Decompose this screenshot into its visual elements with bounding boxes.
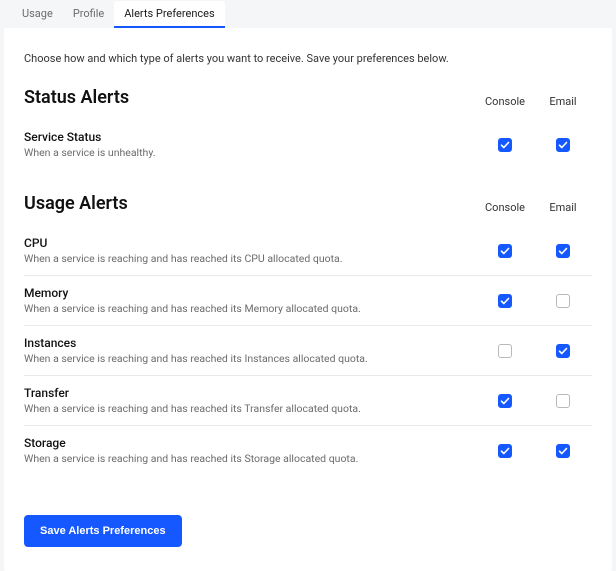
alert-title: Instances — [24, 336, 476, 350]
alert-title: Storage — [24, 436, 476, 450]
usage-alerts-title: Usage Alerts — [24, 193, 476, 214]
alert-desc: When a service is reaching and has reach… — [24, 302, 476, 315]
tab-profile[interactable]: Profile — [63, 1, 114, 28]
alert-title: Service Status — [24, 130, 476, 144]
alert-row-instances: Instances When a service is reaching and… — [24, 326, 592, 376]
save-alerts-preferences-button[interactable]: Save Alerts Preferences — [24, 515, 182, 547]
alert-row-cpu: CPU When a service is reaching and has r… — [24, 226, 592, 276]
status-alerts-section: Status Alerts Console Email Service Stat… — [24, 87, 592, 169]
tab-alerts-preferences[interactable]: Alerts Preferences — [114, 1, 224, 28]
checkbox-transfer-console[interactable] — [498, 394, 512, 408]
checkbox-memory-console[interactable] — [498, 294, 512, 308]
alert-title: Memory — [24, 286, 476, 300]
tab-bar: Usage Profile Alerts Preferences — [0, 0, 616, 28]
column-console-label: Console — [476, 201, 534, 214]
alert-row-service-status: Service Status When a service is unhealt… — [24, 120, 592, 169]
checkbox-cpu-email[interactable] — [556, 244, 570, 258]
column-email-label: Email — [534, 201, 592, 214]
checkbox-storage-console[interactable] — [498, 444, 512, 458]
usage-alerts-section: Usage Alerts Console Email CPU When a se… — [24, 193, 592, 475]
checkbox-cpu-console[interactable] — [498, 244, 512, 258]
checkbox-service-status-console[interactable] — [498, 138, 512, 152]
alert-desc: When a service is reaching and has reach… — [24, 252, 476, 265]
alerts-preferences-panel: Choose how and which type of alerts you … — [4, 28, 612, 571]
alert-row-memory: Memory When a service is reaching and ha… — [24, 276, 592, 326]
alert-row-storage: Storage When a service is reaching and h… — [24, 426, 592, 475]
checkbox-instances-email[interactable] — [556, 344, 570, 358]
column-email-label: Email — [534, 95, 592, 108]
column-console-label: Console — [476, 95, 534, 108]
checkbox-instances-console[interactable] — [498, 344, 512, 358]
checkbox-transfer-email[interactable] — [556, 394, 570, 408]
checkbox-storage-email[interactable] — [556, 444, 570, 458]
alert-title: Transfer — [24, 386, 476, 400]
checkbox-service-status-email[interactable] — [556, 138, 570, 152]
alert-row-transfer: Transfer When a service is reaching and … — [24, 376, 592, 426]
tab-usage[interactable]: Usage — [12, 1, 63, 28]
alert-title: CPU — [24, 236, 476, 250]
intro-text: Choose how and which type of alerts you … — [24, 52, 592, 65]
checkbox-memory-email[interactable] — [556, 294, 570, 308]
status-alerts-title: Status Alerts — [24, 87, 476, 108]
alert-desc: When a service is reaching and has reach… — [24, 452, 476, 465]
alert-desc: When a service is unhealthy. — [24, 146, 476, 159]
alert-desc: When a service is reaching and has reach… — [24, 402, 476, 415]
alert-desc: When a service is reaching and has reach… — [24, 352, 476, 365]
